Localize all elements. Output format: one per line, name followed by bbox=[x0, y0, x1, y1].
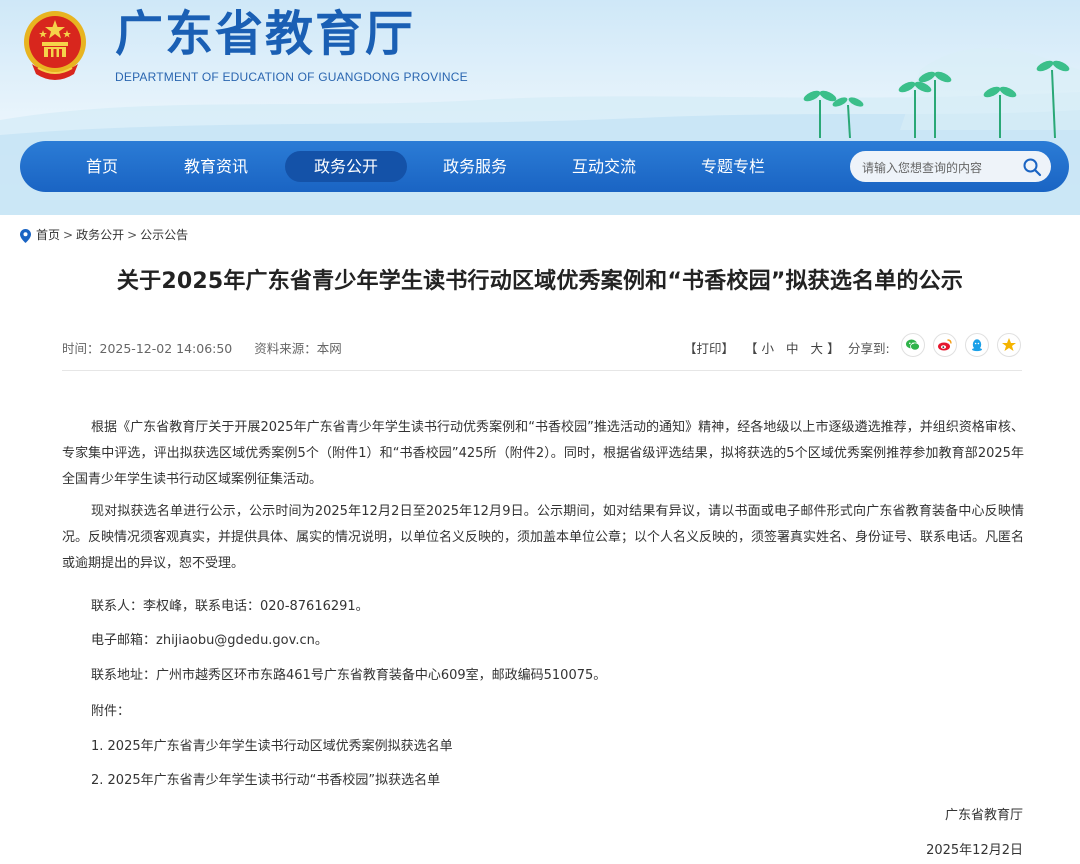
article-meta: 时间：2025-12-02 14:06:50 资料来源：本网 bbox=[62, 338, 360, 357]
signature: 广东省教育厅 bbox=[944, 808, 1023, 823]
publish-time: 时间：2025-12-02 14:06:50 bbox=[62, 341, 233, 356]
national-emblem-logo bbox=[24, 11, 86, 80]
site-title: 广东省教育厅 bbox=[115, 6, 416, 62]
font-large-button[interactable]: 大 bbox=[811, 341, 824, 356]
nav-item-government-services[interactable]: 政务服务 bbox=[435, 151, 515, 182]
breadcrumb-announcements[interactable]: 公示公告 bbox=[140, 228, 188, 242]
font-small-button[interactable]: 小 bbox=[762, 341, 775, 356]
contact-person: 联系人：李权峰，联系电话：020-87616291。 bbox=[91, 599, 369, 614]
share-label: 分享到: bbox=[848, 341, 890, 356]
weibo-share-button[interactable] bbox=[933, 333, 957, 357]
attachments-label: 附件： bbox=[91, 704, 131, 719]
qzone-share-button[interactable] bbox=[997, 333, 1021, 357]
nav-item-government-affairs[interactable]: 政务公开 bbox=[285, 151, 407, 182]
nav-item-special-topics[interactable]: 专题专栏 bbox=[693, 151, 773, 182]
attachment-link-1[interactable]: 1. 2025年广东省青少年学生读书行动区域优秀案例拟获选名单 bbox=[91, 735, 453, 754]
breadcrumb-government-affairs[interactable]: 政务公开 bbox=[76, 228, 124, 242]
paragraph-publicity: 现对拟获选名单进行公示，公示时间为2025年12月2日至2025年12月9日。公… bbox=[62, 504, 1025, 571]
search-icon[interactable] bbox=[1022, 157, 1042, 177]
paragraph-basis: 根据《广东省教育厅关于开展2025年广东省青少年学生读书行动优秀案例和“书香校园… bbox=[62, 420, 1024, 487]
breadcrumb-separator: > bbox=[127, 228, 138, 242]
breadcrumb-separator: > bbox=[63, 228, 74, 242]
font-medium-button[interactable]: 中 bbox=[786, 341, 799, 356]
search-box bbox=[850, 151, 1051, 184]
contact-address: 联系地址：广州市越秀区环市东路461号广东省教育装备中心609室，邮政编码510… bbox=[91, 668, 607, 683]
search-input[interactable] bbox=[860, 151, 1024, 184]
print-button[interactable]: 【打印】 bbox=[684, 338, 734, 357]
site-subtitle: DEPARTMENT OF EDUCATION OF GUANGDONG PRO… bbox=[115, 70, 468, 84]
font-bracket-close: 】 bbox=[827, 341, 840, 356]
article-title: 关于2025年广东省青少年学生读书行动区域优秀案例和“书香校园”拟获选名单的公示 bbox=[116, 269, 964, 294]
wechat-share-button[interactable] bbox=[901, 333, 925, 357]
font-bracket-open: 【 bbox=[745, 341, 758, 356]
article-body: 根据《广东省教育厅关于开展2025年广东省青少年学生读书行动优秀案例和“书香校园… bbox=[62, 415, 1024, 577]
sprouts-decoration bbox=[803, 60, 1070, 139]
nav-item-education-news[interactable]: 教育资讯 bbox=[176, 151, 256, 182]
weibo-icon bbox=[938, 339, 952, 351]
breadcrumb-home[interactable]: 首页 bbox=[36, 228, 60, 242]
qq-share-button[interactable] bbox=[965, 333, 989, 357]
wechat-icon bbox=[906, 339, 920, 351]
article-source: 资料来源：本网 bbox=[254, 341, 342, 356]
meta-divider bbox=[62, 370, 1022, 371]
location-pin-icon bbox=[20, 228, 31, 243]
signature-date: 2025年12月2日 bbox=[926, 843, 1023, 858]
main-nav: 首页 教育资讯 政务公开 政务服务 互动交流 专题专栏 bbox=[20, 141, 1069, 192]
breadcrumb: 首页 > 政务公开 > 公示公告 bbox=[20, 226, 188, 244]
qzone-icon bbox=[1002, 338, 1016, 351]
font-size-controls: 【小中大】 bbox=[745, 338, 840, 357]
contact-email: 电子邮箱：zhijiaobu@gdedu.gov.cn。 bbox=[91, 633, 328, 648]
nav-item-home[interactable]: 首页 bbox=[72, 151, 132, 182]
qq-icon bbox=[972, 339, 982, 352]
nav-item-interaction[interactable]: 互动交流 bbox=[564, 151, 644, 182]
attachment-link-2[interactable]: 2. 2025年广东省青少年学生读书行动“书香校园”拟获选名单 bbox=[91, 769, 440, 788]
